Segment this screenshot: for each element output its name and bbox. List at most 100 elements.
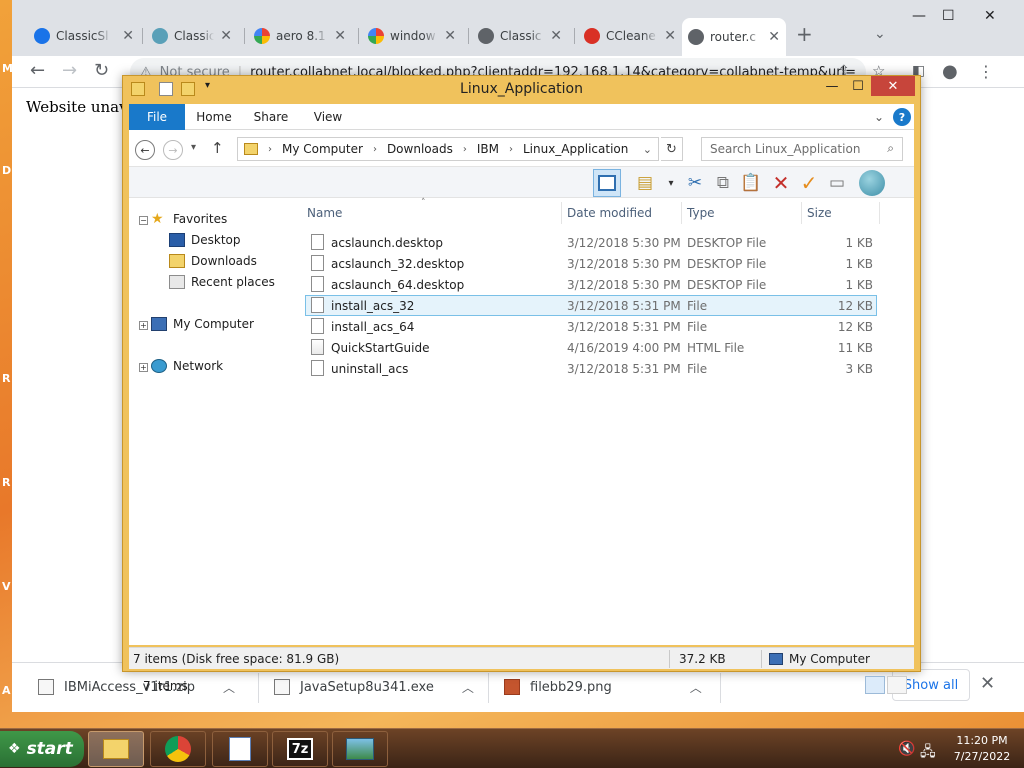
- close-button[interactable]: ✕: [871, 76, 915, 96]
- taskbar-chrome-button[interactable]: [150, 731, 206, 767]
- chevron-down-icon[interactable]: ⌄: [871, 104, 887, 130]
- help-icon[interactable]: ?: [893, 108, 911, 126]
- chevron-up-icon[interactable]: ︿: [690, 679, 702, 696]
- taskbar-explorer-button[interactable]: [88, 731, 144, 767]
- profile-avatar[interactable]: ●: [942, 61, 958, 82]
- tree-item-downloads[interactable]: Downloads: [169, 254, 257, 268]
- volume-muted-icon[interactable]: 🔇: [898, 741, 915, 757]
- explorer-titlebar[interactable]: ▾ Linux_Application — ☐ ✕: [123, 76, 920, 104]
- reload-button[interactable]: ↻: [94, 60, 109, 81]
- large-icons-view-button[interactable]: [887, 676, 907, 694]
- close-icon[interactable]: ✕: [664, 28, 676, 44]
- tree-item-network[interactable]: Network: [151, 359, 223, 373]
- browser-tab[interactable]: Classic S ✕: [146, 22, 238, 50]
- search-input[interactable]: Search Linux_Application ⌕: [701, 137, 903, 161]
- clock[interactable]: 11:20 PM 7/27/2022: [942, 733, 1022, 765]
- details-view-button[interactable]: [865, 676, 885, 694]
- chevron-up-icon[interactable]: ︿: [462, 679, 474, 696]
- file-name: acslaunch_64.desktop: [331, 278, 465, 292]
- tab-file[interactable]: File: [129, 104, 185, 130]
- forward-button[interactable]: →: [163, 140, 183, 160]
- close-icon[interactable]: ✕: [444, 28, 456, 44]
- column-header-date[interactable]: Date modified: [567, 206, 652, 220]
- copy-icon[interactable]: ⧉: [711, 171, 735, 195]
- download-name: JavaSetup8u341.exe: [300, 679, 434, 695]
- column-header-size[interactable]: Size: [807, 206, 832, 220]
- close-icon[interactable]: ✕: [122, 28, 134, 44]
- start-button[interactable]: ❖ start: [0, 731, 84, 767]
- file-icon: [311, 255, 324, 271]
- close-icon[interactable]: ✕: [550, 28, 562, 44]
- download-item[interactable]: filebb29.png ︿: [504, 675, 702, 699]
- download-name: filebb29.png: [530, 679, 612, 695]
- browser-tab[interactable]: CCleane ✕: [578, 22, 682, 50]
- minimize-button[interactable]: —: [912, 8, 926, 24]
- tree-item-recent-places[interactable]: Recent places: [169, 275, 275, 289]
- download-item[interactable]: JavaSetup8u341.exe ︿: [274, 675, 474, 699]
- tree-item-desktop[interactable]: Desktop: [169, 233, 241, 247]
- tab-share[interactable]: Share: [247, 104, 295, 130]
- expand-icon[interactable]: +: [139, 321, 148, 330]
- file-row-selected[interactable]: install_acs_32 3/12/2018 5:31 PM File 12…: [305, 295, 877, 316]
- properties-button[interactable]: ▤: [633, 171, 657, 195]
- file-row[interactable]: acslaunch_32.desktop 3/12/2018 5:30 PM D…: [305, 253, 877, 274]
- taskbar-photo-viewer-button[interactable]: [332, 731, 388, 767]
- file-row[interactable]: install_acs_64 3/12/2018 5:31 PM File 12…: [305, 316, 877, 337]
- browser-tab[interactable]: window ✕: [362, 22, 462, 50]
- maximize-button[interactable]: ☐: [845, 76, 871, 96]
- checkmark-icon[interactable]: ✓: [797, 171, 821, 195]
- chevron-up-icon[interactable]: ︿: [223, 679, 235, 696]
- close-button[interactable]: ✕: [984, 8, 996, 24]
- file-row[interactable]: acslaunch_64.desktop 3/12/2018 5:30 PM D…: [305, 274, 877, 295]
- close-icon[interactable]: ✕: [220, 28, 232, 44]
- breadcrumb-item[interactable]: Downloads: [387, 142, 453, 156]
- column-header-name[interactable]: Name: [307, 206, 342, 220]
- cut-icon[interactable]: ✂: [683, 171, 707, 195]
- network-icon[interactable]: 🖧: [920, 741, 936, 765]
- rename-icon[interactable]: ▭: [825, 171, 849, 195]
- browser-tab[interactable]: aero 8.1 ✕: [248, 22, 352, 50]
- download-item[interactable]: IBMiAccess_v1r1.zip ︿: [38, 675, 235, 699]
- breadcrumb-item[interactable]: IBM: [477, 142, 499, 156]
- tab-home[interactable]: Home: [191, 104, 237, 130]
- breadcrumb-item[interactable]: My Computer: [282, 142, 363, 156]
- expand-icon[interactable]: +: [139, 363, 148, 372]
- browser-tab[interactable]: ClassicSl ✕: [28, 22, 140, 50]
- chevron-down-icon[interactable]: ⌄: [643, 143, 652, 156]
- recent-locations-chevron-icon[interactable]: ▾: [191, 142, 196, 153]
- taskbar-7zip-button[interactable]: 7z: [272, 731, 328, 767]
- back-button[interactable]: ←: [30, 60, 45, 81]
- minimize-button[interactable]: —: [819, 76, 845, 96]
- close-icon[interactable]: ✕: [980, 673, 995, 694]
- forward-button[interactable]: →: [62, 60, 77, 81]
- browser-tab-active[interactable]: router.c ✕: [682, 18, 786, 56]
- breadcrumb[interactable]: › My Computer › Downloads › IBM › Linux_…: [237, 137, 659, 161]
- file-type: DESKTOP File: [687, 257, 767, 271]
- new-tab-button[interactable]: +: [796, 22, 813, 46]
- back-button[interactable]: ←: [135, 140, 155, 160]
- delete-icon[interactable]: ✕: [769, 171, 793, 195]
- close-icon[interactable]: ✕: [334, 28, 346, 44]
- collapse-icon[interactable]: −: [139, 216, 148, 225]
- file-row[interactable]: QuickStartGuide 4/16/2019 4:00 PM HTML F…: [305, 337, 877, 358]
- paste-icon[interactable]: 📋: [739, 171, 763, 195]
- up-arrow-icon[interactable]: ↑: [211, 139, 224, 157]
- browser-tab[interactable]: Classic S ✕: [472, 22, 568, 50]
- tab-search-chevron-icon[interactable]: ⌄: [874, 26, 886, 42]
- menu-icon[interactable]: ⋮: [978, 62, 994, 81]
- refresh-button[interactable]: ↻: [661, 137, 683, 161]
- shell-icon[interactable]: [859, 170, 885, 196]
- file-row[interactable]: acslaunch.desktop 3/12/2018 5:30 PM DESK…: [305, 232, 877, 253]
- close-icon[interactable]: ✕: [768, 29, 780, 45]
- preview-pane-button[interactable]: [593, 169, 621, 197]
- breadcrumb-item[interactable]: Linux_Application: [523, 142, 628, 156]
- taskbar-wordpad-button[interactable]: [212, 731, 268, 767]
- tab-view[interactable]: View: [305, 104, 351, 130]
- file-row[interactable]: uninstall_acs 3/12/2018 5:31 PM File 3 K…: [305, 358, 877, 379]
- tree-item-my-computer[interactable]: My Computer: [151, 317, 254, 331]
- column-header-type[interactable]: Type: [687, 206, 715, 220]
- tree-item-favorites[interactable]: ★ Favorites: [151, 212, 227, 226]
- window-title: Linux_Application: [460, 81, 583, 97]
- maximize-button[interactable]: ☐: [942, 8, 955, 24]
- chevron-down-icon[interactable]: ▾: [659, 171, 683, 195]
